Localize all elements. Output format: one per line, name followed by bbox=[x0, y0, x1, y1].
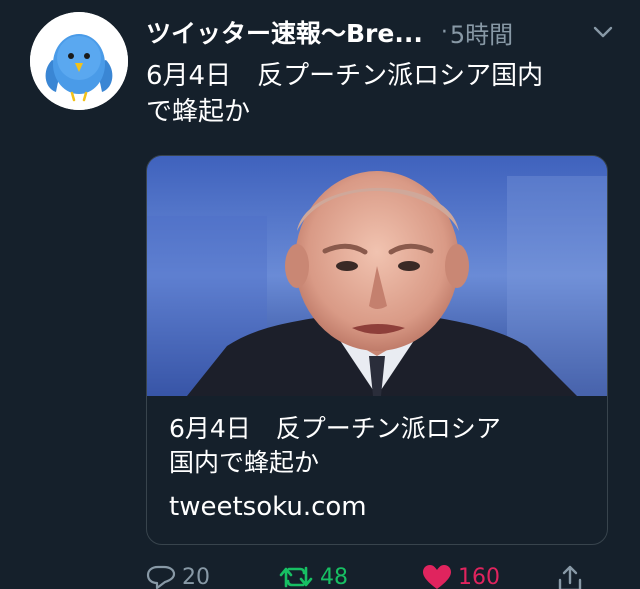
like-button[interactable]: 160 bbox=[422, 564, 500, 589]
blue-bird-icon bbox=[30, 12, 128, 110]
tweet-header: ツイッター速報〜Bre... · 5時間 bbox=[146, 14, 616, 50]
reply-button[interactable]: 20 bbox=[146, 564, 210, 589]
tweet-actions: 20 48 160 bbox=[146, 560, 616, 589]
tweet-text: 6月4日 反プーチン派ロシア国内 で蜂起か bbox=[146, 61, 544, 127]
heart-icon bbox=[423, 565, 451, 589]
author-name[interactable]: ツイッター速報〜Bre... bbox=[146, 14, 423, 50]
like-count: 160 bbox=[458, 564, 500, 589]
author-avatar[interactable] bbox=[30, 12, 128, 110]
chevron-down-icon[interactable] bbox=[590, 19, 616, 45]
share-button[interactable] bbox=[556, 564, 584, 589]
retweet-button[interactable]: 48 bbox=[278, 564, 348, 589]
card-image bbox=[147, 156, 607, 396]
tweet[interactable]: ツイッター速報〜Bre... · 5時間 6月4日 反プーチン派ロシア国内 で蜂… bbox=[0, 0, 640, 589]
separator-dot: · bbox=[440, 19, 448, 45]
retweet-count: 48 bbox=[320, 564, 348, 589]
reply-icon bbox=[146, 565, 176, 589]
card-domain: tweetsoku.com bbox=[169, 492, 367, 522]
reply-count: 20 bbox=[182, 564, 210, 589]
retweet-icon bbox=[279, 566, 313, 588]
card-title: 6月4日 反プーチン派ロシア 国内で蜂起か bbox=[169, 414, 501, 477]
share-icon bbox=[558, 565, 582, 589]
tweet-timestamp[interactable]: 5時間 bbox=[450, 15, 513, 50]
link-card[interactable]: 6月4日 反プーチン派ロシア 国内で蜂起か tweetsoku.com bbox=[146, 155, 608, 545]
